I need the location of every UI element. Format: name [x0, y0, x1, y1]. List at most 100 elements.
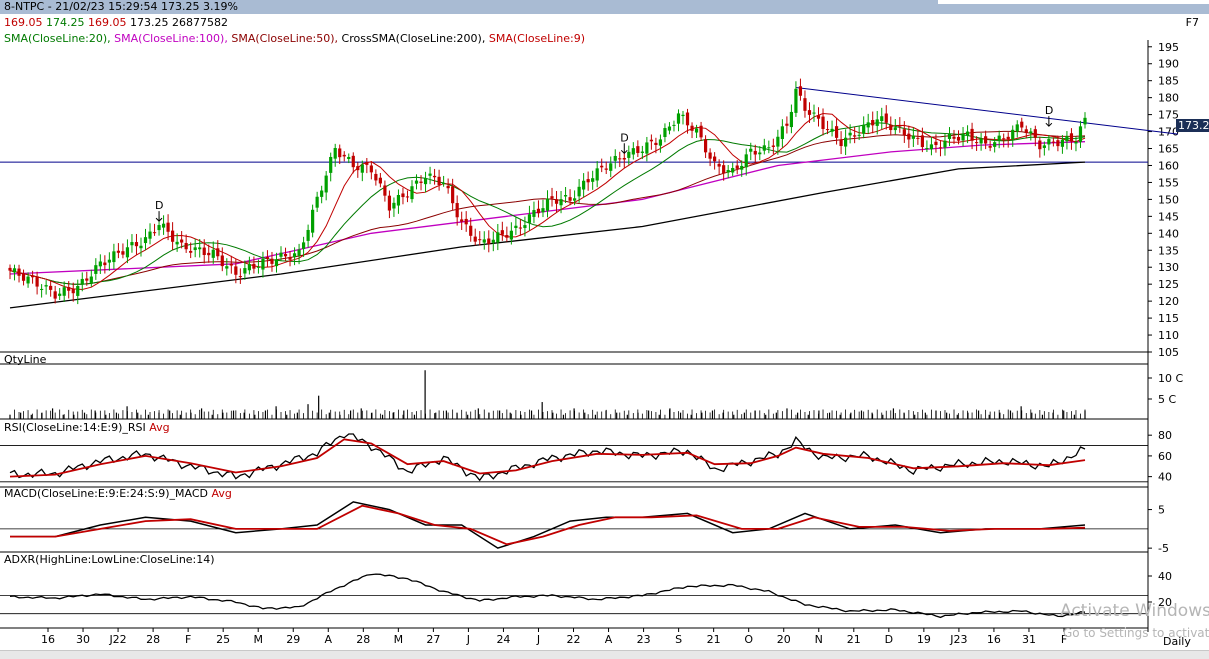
d-marker-label-0: D — [155, 199, 163, 212]
macd-avg-line — [10, 504, 1086, 546]
x-tick-label: 22 — [567, 633, 581, 646]
candle-body — [762, 145, 766, 151]
candle-body — [288, 257, 292, 260]
x-tick-label: 27 — [426, 633, 440, 646]
candle-body — [853, 135, 857, 137]
candle-body — [979, 138, 983, 144]
candle-body — [189, 250, 193, 253]
candle-body — [103, 262, 107, 266]
candle-body — [866, 122, 870, 128]
x-tick-label: 28 — [356, 633, 370, 646]
candle-body — [776, 136, 780, 147]
candle-body — [464, 218, 468, 225]
x-tick-label: A — [325, 633, 333, 646]
candle-body — [816, 115, 821, 119]
x-tick-label: N — [815, 633, 823, 646]
candle-body — [243, 268, 247, 274]
candle-body — [225, 266, 229, 269]
last-price-tag: 173.25 — [1176, 119, 1209, 132]
candle-body — [857, 134, 861, 136]
candle-body — [71, 288, 75, 294]
x-tick-label: 21 — [707, 633, 721, 646]
candle-body — [735, 165, 739, 169]
rsi-tick-label: 60 — [1158, 450, 1172, 463]
x-tick-label: 24 — [496, 633, 510, 646]
candle-body — [40, 288, 44, 290]
d-marker-label-2: D — [1045, 104, 1053, 117]
x-tick-label: 25 — [216, 633, 230, 646]
candle-body — [794, 88, 798, 113]
candle-body — [469, 225, 473, 236]
macd-tick-label: 5 — [1158, 504, 1165, 517]
x-tick-label: O — [744, 633, 753, 646]
candle-body — [292, 253, 297, 258]
candle-body — [771, 145, 775, 147]
qty-tick-label: 10 C — [1158, 372, 1183, 385]
candle-body — [193, 247, 197, 251]
rsi-line — [9, 433, 1086, 482]
candle-body — [947, 134, 952, 139]
candle-body — [749, 148, 753, 152]
candle-body — [491, 239, 495, 243]
candle-body — [965, 131, 970, 136]
candle-body — [35, 276, 39, 287]
candle-body — [85, 278, 89, 281]
candle-body — [798, 86, 803, 96]
candle-body — [478, 239, 482, 241]
candle-body — [446, 185, 450, 189]
candle-body — [649, 139, 653, 142]
candle-body — [306, 229, 310, 241]
candle-body — [952, 136, 956, 139]
candle-body — [67, 287, 71, 291]
candle-body — [252, 263, 256, 269]
candle-body — [997, 135, 1001, 141]
candle-body — [392, 202, 396, 209]
candle-body — [139, 245, 143, 249]
candle-body — [907, 133, 911, 140]
x-tick-label: 20 — [777, 633, 791, 646]
candle-body — [604, 168, 608, 170]
candle-body — [112, 251, 116, 263]
candle-body — [351, 155, 355, 168]
candle-body — [1020, 121, 1024, 128]
candle-body — [803, 98, 807, 111]
candle-body — [1060, 139, 1065, 147]
candle-body — [514, 225, 518, 229]
candle-body — [627, 151, 631, 158]
candle-body — [839, 139, 843, 147]
candle-body — [618, 158, 622, 160]
candle-body — [265, 257, 270, 260]
candle-body — [98, 261, 102, 267]
candle-body — [130, 242, 134, 246]
candle-body — [984, 136, 988, 144]
candle-body — [577, 186, 581, 197]
candle-body — [956, 136, 961, 141]
candle-body — [708, 152, 712, 159]
candle-body — [396, 195, 401, 206]
candle-body — [360, 164, 364, 173]
candle-body — [758, 152, 762, 155]
candle-body — [1051, 141, 1055, 143]
candle-body — [496, 232, 500, 243]
candle-body — [166, 222, 170, 232]
candle-body — [658, 139, 663, 146]
candle-body — [261, 258, 265, 270]
candle-body — [988, 146, 992, 148]
price-tick-label: 190 — [1158, 58, 1179, 71]
candle-body — [247, 264, 251, 271]
x-tick-label: 23 — [637, 633, 651, 646]
price-tick-label: 195 — [1158, 41, 1179, 54]
candle-body — [1011, 129, 1015, 140]
candle-body — [1078, 126, 1083, 142]
candle-body — [744, 154, 748, 168]
candle-body — [428, 173, 432, 176]
candle-body — [726, 170, 730, 173]
candle-body — [1024, 129, 1028, 133]
windows-watermark-title: Activate Windows — [1060, 601, 1209, 621]
candle-body — [573, 198, 577, 201]
candle-body — [211, 249, 215, 258]
candle-body — [121, 251, 125, 255]
candle-body — [681, 114, 685, 117]
candle-body — [731, 167, 735, 173]
candle-body — [807, 110, 812, 115]
